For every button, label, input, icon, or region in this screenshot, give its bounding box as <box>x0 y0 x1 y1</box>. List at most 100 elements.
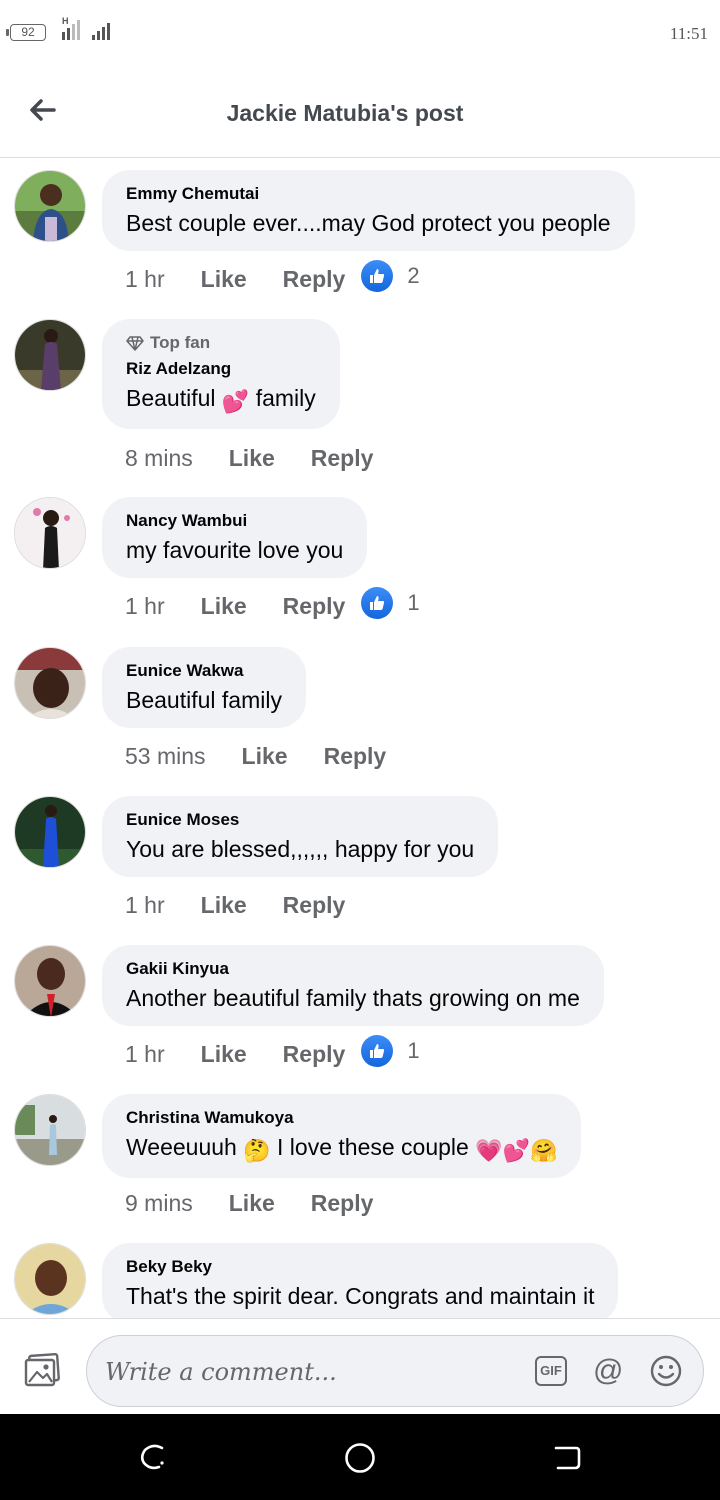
comment-input[interactable]: Write a comment... GIF @ <box>86 1335 704 1407</box>
comment-actions: 9 mins Like Reply <box>125 1190 373 1217</box>
thumbs-up-icon <box>361 1034 394 1067</box>
like-button[interactable]: Like <box>201 593 247 620</box>
comment-time[interactable]: 53 mins <box>125 743 206 770</box>
status-bar: 92 H 11:51 <box>0 0 720 66</box>
comment-bubble: Top fan Riz Adelzang Beautiful 💕 family <box>102 319 340 429</box>
comment-list: Emmy Chemutai Best couple ever....may Go… <box>0 158 720 1318</box>
recent-apps-icon[interactable] <box>138 1442 168 1477</box>
reply-button[interactable]: Reply <box>283 266 346 293</box>
comment-text: Beautiful 💕 family <box>126 385 316 415</box>
two-hearts-emoji: 💕 <box>502 1138 531 1163</box>
comment-bubble: Emmy Chemutai Best couple ever....may Go… <box>102 170 635 251</box>
avatar[interactable] <box>14 1243 86 1315</box>
home-icon[interactable] <box>344 1442 376 1479</box>
reply-button[interactable]: Reply <box>283 1041 346 1068</box>
comment-time[interactable]: 1 hr <box>125 593 165 620</box>
like-button[interactable]: Like <box>242 743 288 770</box>
reaction-summary[interactable]: 1 <box>361 1034 420 1067</box>
reaction-summary[interactable]: 2 <box>361 259 420 292</box>
signal-icon <box>62 20 80 40</box>
comment-actions: 1 hr Like Reply 1 <box>125 586 420 620</box>
comment-bubble: Nancy Wambui my favourite love you <box>102 497 368 578</box>
comment-text: Best couple ever....may God protect you … <box>126 210 611 236</box>
like-button[interactable]: Like <box>229 1190 275 1217</box>
comment-author[interactable]: Beky Beky <box>126 1257 594 1277</box>
battery-icon: 92 <box>6 24 46 41</box>
like-button[interactable]: Like <box>201 266 247 293</box>
comment-text: That's the spirit dear. Congrats and mai… <box>126 1283 595 1309</box>
comment-author[interactable]: Nancy Wambui <box>126 511 343 531</box>
comment-time[interactable]: 8 mins <box>125 445 193 472</box>
comment-text: You are blessed,,,,,, happy for you <box>126 836 475 862</box>
comment-actions: 8 mins Like Reply <box>125 445 373 472</box>
reply-button[interactable]: Reply <box>283 593 346 620</box>
photo-icon[interactable] <box>24 1352 62 1392</box>
comment-time[interactable]: 1 hr <box>125 1041 165 1068</box>
reaction-count: 1 <box>407 1037 420 1063</box>
reply-button[interactable]: Reply <box>283 892 346 919</box>
avatar[interactable] <box>14 319 86 391</box>
comment-composer: Write a comment... GIF @ <box>0 1318 720 1414</box>
comment-actions: 1 hr Like Reply 2 <box>125 259 420 293</box>
avatar[interactable] <box>14 1094 86 1166</box>
system-nav-bar <box>0 1414 720 1500</box>
comment-text: my favourite love you <box>126 537 344 563</box>
reaction-summary[interactable]: 1 <box>361 586 420 619</box>
gif-button[interactable]: GIF <box>535 1356 567 1386</box>
clock: 11:51 <box>669 24 708 43</box>
mention-button[interactable]: @ <box>593 1354 623 1388</box>
comment-author[interactable]: Eunice Moses <box>126 810 474 830</box>
comment-bubble: Gakii Kinyua Another beautiful family th… <box>102 945 604 1026</box>
comment-bubble: Eunice Wakwa Beautiful family <box>102 647 306 728</box>
comment-bubble: Eunice Moses You are blessed,,,,,, happy… <box>102 796 499 877</box>
comment-text: Weeeuuuh 🤔 I love these couple 💗💕🤗 <box>126 1134 557 1164</box>
comment-time[interactable]: 1 hr <box>125 266 165 293</box>
avatar[interactable] <box>14 170 86 242</box>
reply-button[interactable]: Reply <box>311 1190 374 1217</box>
comment-author[interactable]: Riz Adelzang <box>126 359 316 379</box>
comment-author[interactable]: Emmy Chemutai <box>126 184 611 204</box>
hugging-face-emoji: 🤗 <box>530 1138 558 1163</box>
like-button[interactable]: Like <box>229 445 275 472</box>
back-nav-icon[interactable] <box>552 1442 582 1477</box>
like-button[interactable]: Like <box>201 892 247 919</box>
comment-actions: 53 mins Like Reply <box>125 743 386 770</box>
two-hearts-emoji: 💕 <box>221 389 250 414</box>
avatar[interactable] <box>14 647 86 719</box>
badge-label: Top fan <box>150 333 211 352</box>
comment-author[interactable]: Christina Wamukoya <box>126 1108 557 1128</box>
avatar[interactable] <box>14 497 86 569</box>
comment-time[interactable]: 9 mins <box>125 1190 193 1217</box>
signal-icon <box>92 20 110 40</box>
diamond-icon <box>126 336 144 351</box>
comment-actions: 1 hr Like Reply <box>125 892 345 919</box>
thumbs-up-icon <box>361 259 394 292</box>
comment-text-part: family <box>255 385 316 411</box>
reaction-count: 2 <box>407 262 420 288</box>
comment-bubble: Christina Wamukoya Weeeuuuh 🤔 I love the… <box>102 1094 582 1178</box>
reaction-count: 1 <box>407 589 420 615</box>
battery-level: 92 <box>21 25 35 39</box>
top-fan-badge: Top fan <box>126 333 316 353</box>
thumbs-up-icon <box>361 586 394 619</box>
comment-text: Another beautiful family thats growing o… <box>126 985 580 1011</box>
page-title: Jackie Matubia's post <box>226 100 464 126</box>
thinking-face-emoji: 🤔 <box>243 1138 271 1163</box>
emoji-icon[interactable] <box>649 1354 683 1393</box>
comment-placeholder: Write a comment... <box>105 1358 337 1386</box>
comment-text: Beautiful family <box>126 687 282 713</box>
avatar[interactable] <box>14 796 86 868</box>
like-button[interactable]: Like <box>201 1041 247 1068</box>
comment-text-part: Beautiful <box>126 385 216 411</box>
reply-button[interactable]: Reply <box>324 743 387 770</box>
avatar[interactable] <box>14 945 86 1017</box>
comment-actions: 1 hr Like Reply 1 <box>125 1034 420 1068</box>
comment-text-part: Weeeuuuh <box>126 1134 237 1160</box>
comment-author[interactable]: Gakii Kinyua <box>126 959 580 979</box>
comment-text-part: I love these couple <box>277 1134 469 1160</box>
comment-time[interactable]: 1 hr <box>125 892 165 919</box>
growing-heart-emoji: 💗 <box>475 1138 503 1163</box>
comment-bubble: Beky Beky That's the spirit dear. Congra… <box>102 1243 619 1318</box>
comment-author[interactable]: Eunice Wakwa <box>126 661 282 681</box>
reply-button[interactable]: Reply <box>311 445 374 472</box>
